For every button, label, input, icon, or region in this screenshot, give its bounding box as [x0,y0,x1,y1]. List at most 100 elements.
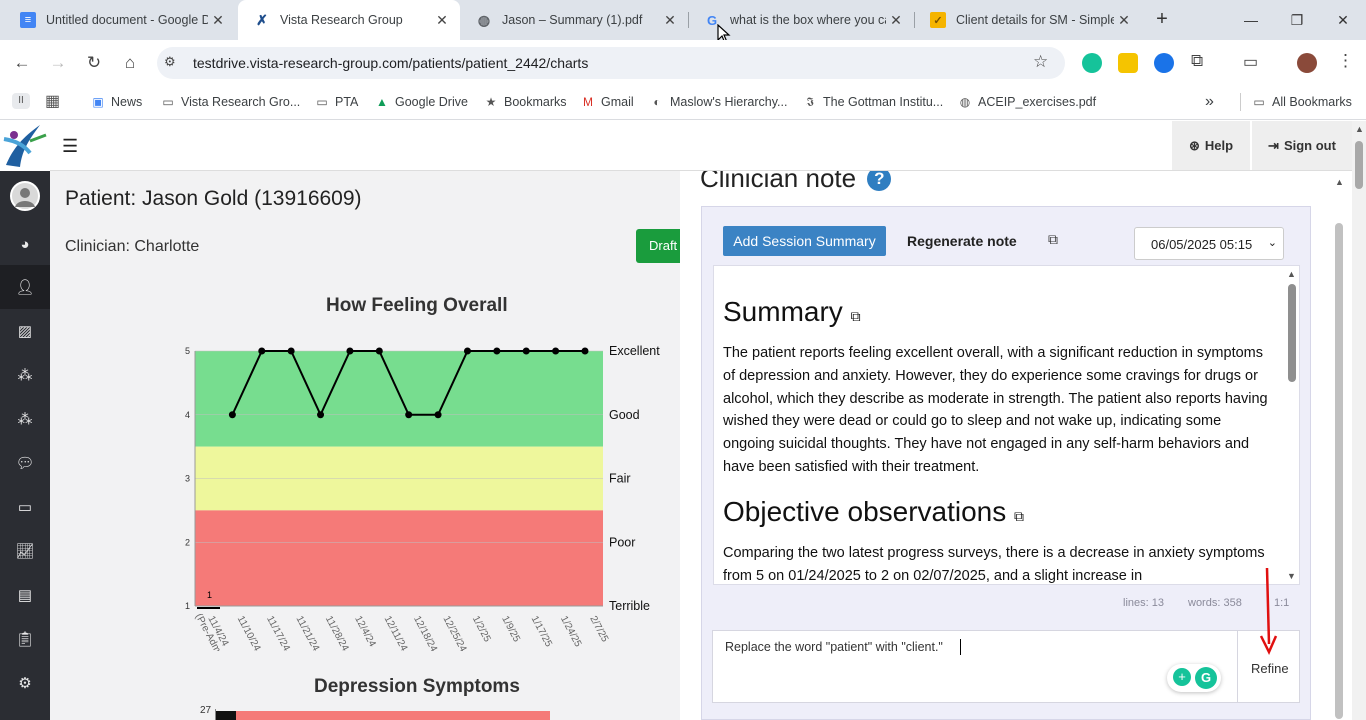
tab-simplepractice[interactable]: ✓ Client details for SM - SimplePractice… [914,0,1142,40]
copy-note-icon[interactable]: ⧉ [1048,231,1058,248]
depression-ytick: 27 [200,705,212,716]
help-question-icon[interactable]: ? [867,171,892,191]
grammarly-widget[interactable]: + G [1167,664,1221,692]
back-button[interactable]: ← [7,48,37,78]
page-scrollbar-thumb[interactable] [1355,141,1363,189]
data-point [463,347,471,355]
book-icon[interactable]: ▤ [15,585,35,605]
refine-input[interactable]: Replace the word "patient" with "client.… [712,630,1238,703]
bookmark-aceip[interactable]: ◍ ACEIP_exercises.pdf [958,92,1096,112]
sign-out-button[interactable]: ⇥ Sign out [1252,121,1352,170]
circle-extension-icon[interactable] [1154,53,1174,73]
bookmark-google-drive[interactable]: ▲ Google Drive [375,92,468,112]
site-info-icon[interactable]: ⚙ [164,54,176,70]
home-button[interactable]: ⌂ [115,48,145,78]
y-tick-label: 2 [185,537,190,547]
bookmark-news[interactable]: ▣ News [91,92,142,112]
close-tab-icon[interactable]: ✕ [208,12,228,29]
analytics-icon[interactable]: 📈︎ [15,541,35,561]
bookmark-bookmarks[interactable]: ★ Bookmarks [484,92,567,112]
all-bookmarks[interactable]: ▭ All Bookmarks [1252,92,1352,112]
app-top-bar [50,121,1352,171]
chart-title-depression: Depression Symptoms [314,676,520,697]
reload-button[interactable]: ↻ [79,48,109,78]
clipboard-icon[interactable]: 📋︎ [15,629,35,649]
tab-google-docs[interactable]: ≡ Untitled document - Google Docs ✕ [4,0,236,40]
copy-section-icon[interactable]: ⧉ [1014,508,1024,524]
editor-scroll-up[interactable]: ▲ [1287,269,1296,279]
forward-button[interactable]: → [43,48,73,78]
headphones-extension-icon[interactable] [1118,53,1138,73]
tab-title: Client details for SM - SimplePractice [956,13,1114,27]
page-scroll-up[interactable]: ▲ [1355,124,1364,134]
close-tab-icon[interactable]: ✕ [1114,12,1134,29]
draft-button[interactable]: Draft [636,229,680,263]
minimize-button[interactable]: — [1228,0,1274,40]
editor-scroll-down[interactable]: ▼ [1287,571,1296,581]
data-point [493,347,501,355]
vista-icon: ✗ [256,11,268,28]
bookmark-label: Bookmarks [504,95,567,109]
vista-logo [0,121,50,171]
chart-band [195,510,603,606]
bookmark-gottman[interactable]: 𝕴 The Gottman Institu... [803,92,943,112]
restore-button[interactable]: ❐ [1274,0,1320,40]
data-point [287,347,295,355]
bookmark-star-icon[interactable]: ☆ [1033,52,1048,72]
note-pane-scroll-up[interactable]: ▲ [1335,177,1344,187]
depression-band-red [236,711,550,720]
chart-title-feeling: How Feeling Overall [326,295,508,316]
team-icon[interactable]: ⁂ [15,409,35,429]
x-tick-label: 1/9/25 [499,614,522,644]
image-icon[interactable]: ▨ [15,321,35,341]
user-avatar-icon[interactable] [10,181,40,211]
close-tab-icon[interactable]: ✕ [886,12,906,29]
regenerate-note-button[interactable]: Regenerate note [907,233,1017,249]
chat-icon[interactable]: 💬︎ [15,453,35,473]
note-pane-scrollbar[interactable] [1335,223,1343,719]
apps-grid-icon[interactable]: ▦ [45,91,60,111]
data-point [405,411,413,419]
bookmark-pta[interactable]: ▭ PTA [315,92,358,112]
clinician-label: Clinician: Charlotte [65,238,200,255]
close-tab-icon[interactable]: ✕ [432,12,452,29]
tab-pdf-summary[interactable]: ◍ Jason – Summary (1).pdf ✕ [460,0,688,40]
editor-scrollbar-thumb[interactable] [1288,284,1296,382]
close-window-button[interactable]: ✕ [1320,0,1366,40]
settings-gear-icon[interactable]: ⚙ [15,673,35,693]
bookmark-maslow[interactable]: ◐ Maslow's Hierarchy... [650,92,787,112]
bookmark-gmail[interactable]: M Gmail [581,92,634,112]
hamburger-menu-icon[interactable]: ☰ [62,136,78,157]
new-tab-button[interactable]: + [1150,8,1174,32]
objective-heading-text: Objective observations [723,496,1007,527]
bookmark-label: Vista Research Gro... [181,95,301,109]
profile-avatar[interactable] [1297,53,1317,73]
copy-section-icon[interactable]: ⧉ [851,308,861,324]
reading-list-icon[interactable]: ▭ [1243,52,1258,72]
bookmark-vista[interactable]: ▭ Vista Research Gro... [161,92,300,112]
pause-icon[interactable]: II [12,93,30,109]
browser-menu-icon[interactable]: ⋮ [1337,51,1354,71]
extensions-puzzle-icon[interactable]: ⧉ [1191,51,1203,71]
note-editor[interactable]: Summary ⧉ The patient reports feeling ex… [713,265,1300,585]
note-date-select[interactable]: 06/05/2025 05:15 ⌄ [1134,227,1284,260]
line-count: lines: 13 [1123,597,1164,609]
dashboard-icon[interactable]: ◕ [15,234,35,254]
close-tab-icon[interactable]: ✕ [660,12,680,29]
x-tick-label: 11/28/24 [323,614,351,651]
sign-out-label: Sign out [1283,138,1336,153]
folder-icon: ▭ [162,95,174,109]
x-tick-label: 11/17/24 [264,614,292,651]
tab-vista-research[interactable]: ✗ Vista Research Group ✕ [238,0,460,40]
help-button[interactable]: ⊛ Help [1172,121,1250,170]
group-icon[interactable]: ⁂ [15,365,35,385]
add-session-summary-button[interactable]: Add Session Summary [723,226,886,256]
grammarly-extension-icon[interactable] [1082,53,1102,73]
laptop-icon[interactable]: ▭ [15,497,35,517]
bookmark-label: PTA [335,95,359,109]
note-heading-text: Clinician note [700,171,857,193]
bookmarks-overflow-button[interactable]: » [1205,92,1214,112]
patient-icon[interactable]: 👤︎ [15,277,35,297]
page-scrollbar[interactable]: ▲ [1352,121,1366,720]
url-text[interactable]: testdrive.vista-research-group.com/patie… [193,55,588,71]
